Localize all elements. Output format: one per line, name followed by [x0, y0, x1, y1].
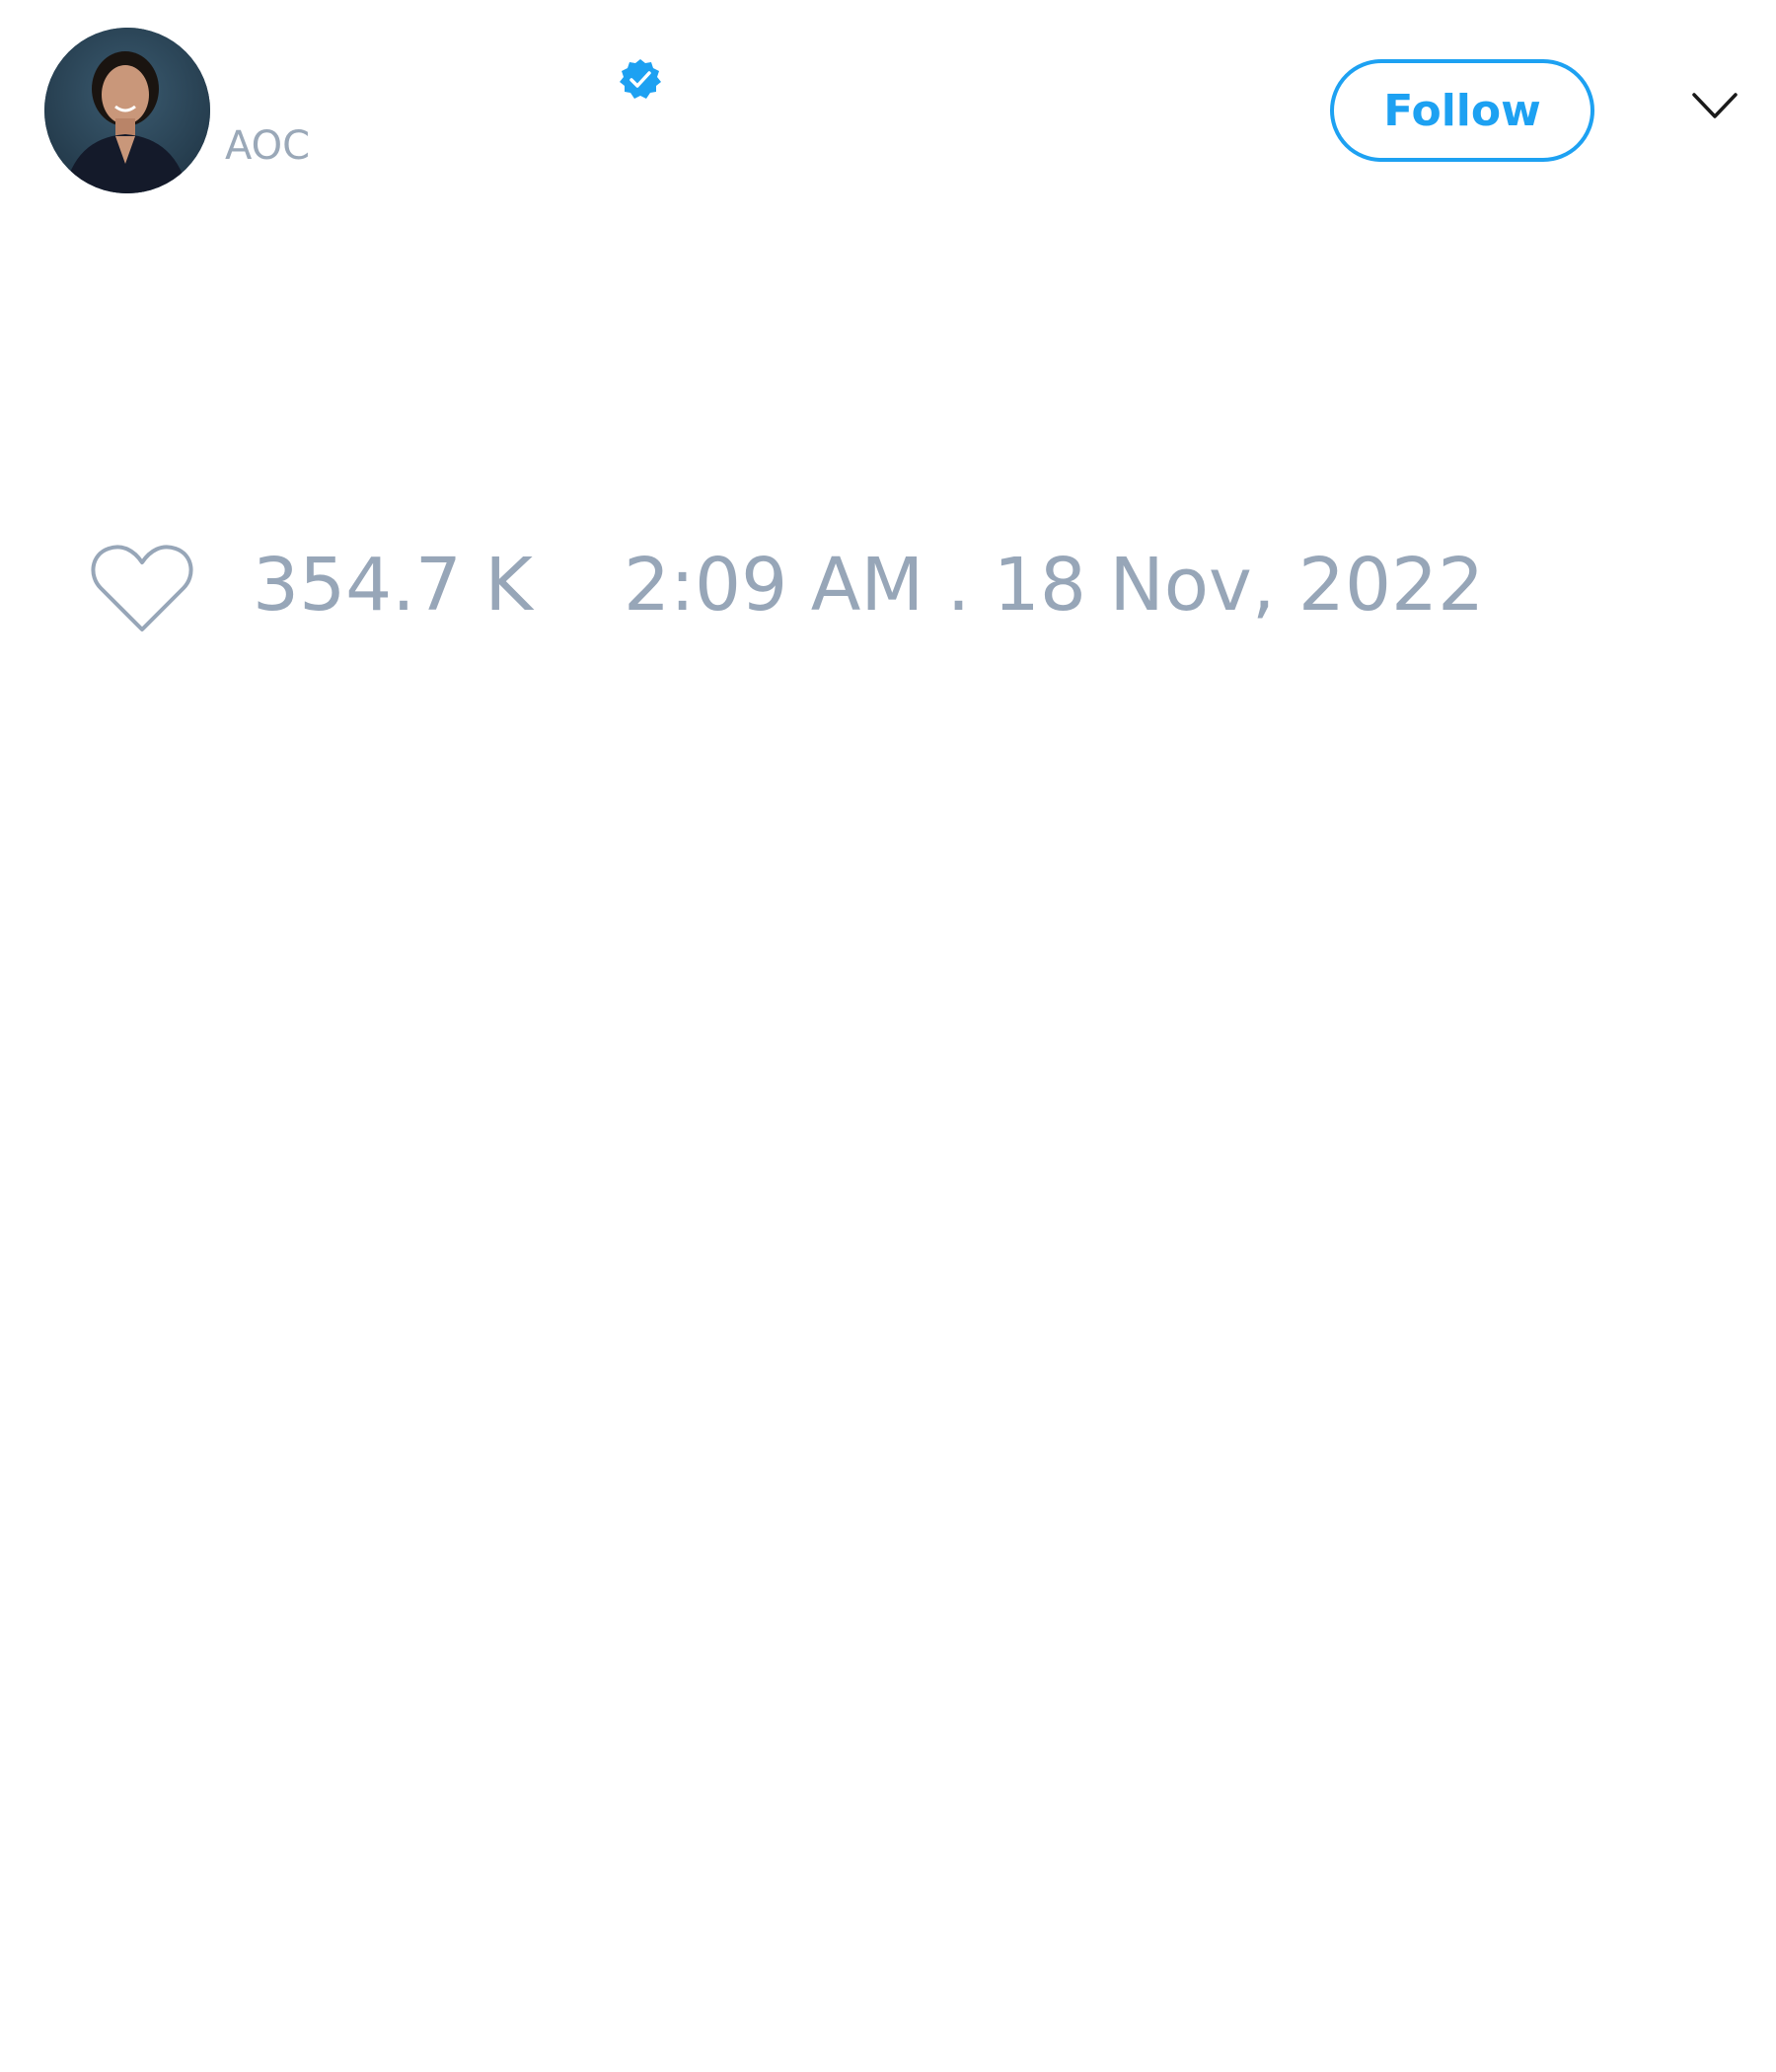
- heart-outline-icon[interactable]: [89, 541, 195, 635]
- verified-badge-icon: [618, 57, 663, 103]
- chevron-down-icon[interactable]: [1692, 91, 1738, 120]
- avatar-image: [44, 28, 210, 193]
- follow-button[interactable]: Follow: [1330, 59, 1594, 162]
- tweet-timestamp[interactable]: 2:09 AM . 18 Nov, 2022: [624, 549, 1484, 622]
- author-handle[interactable]: AOC: [225, 126, 310, 166]
- avatar[interactable]: [44, 28, 210, 193]
- like-count: 354.7 K: [253, 543, 533, 628]
